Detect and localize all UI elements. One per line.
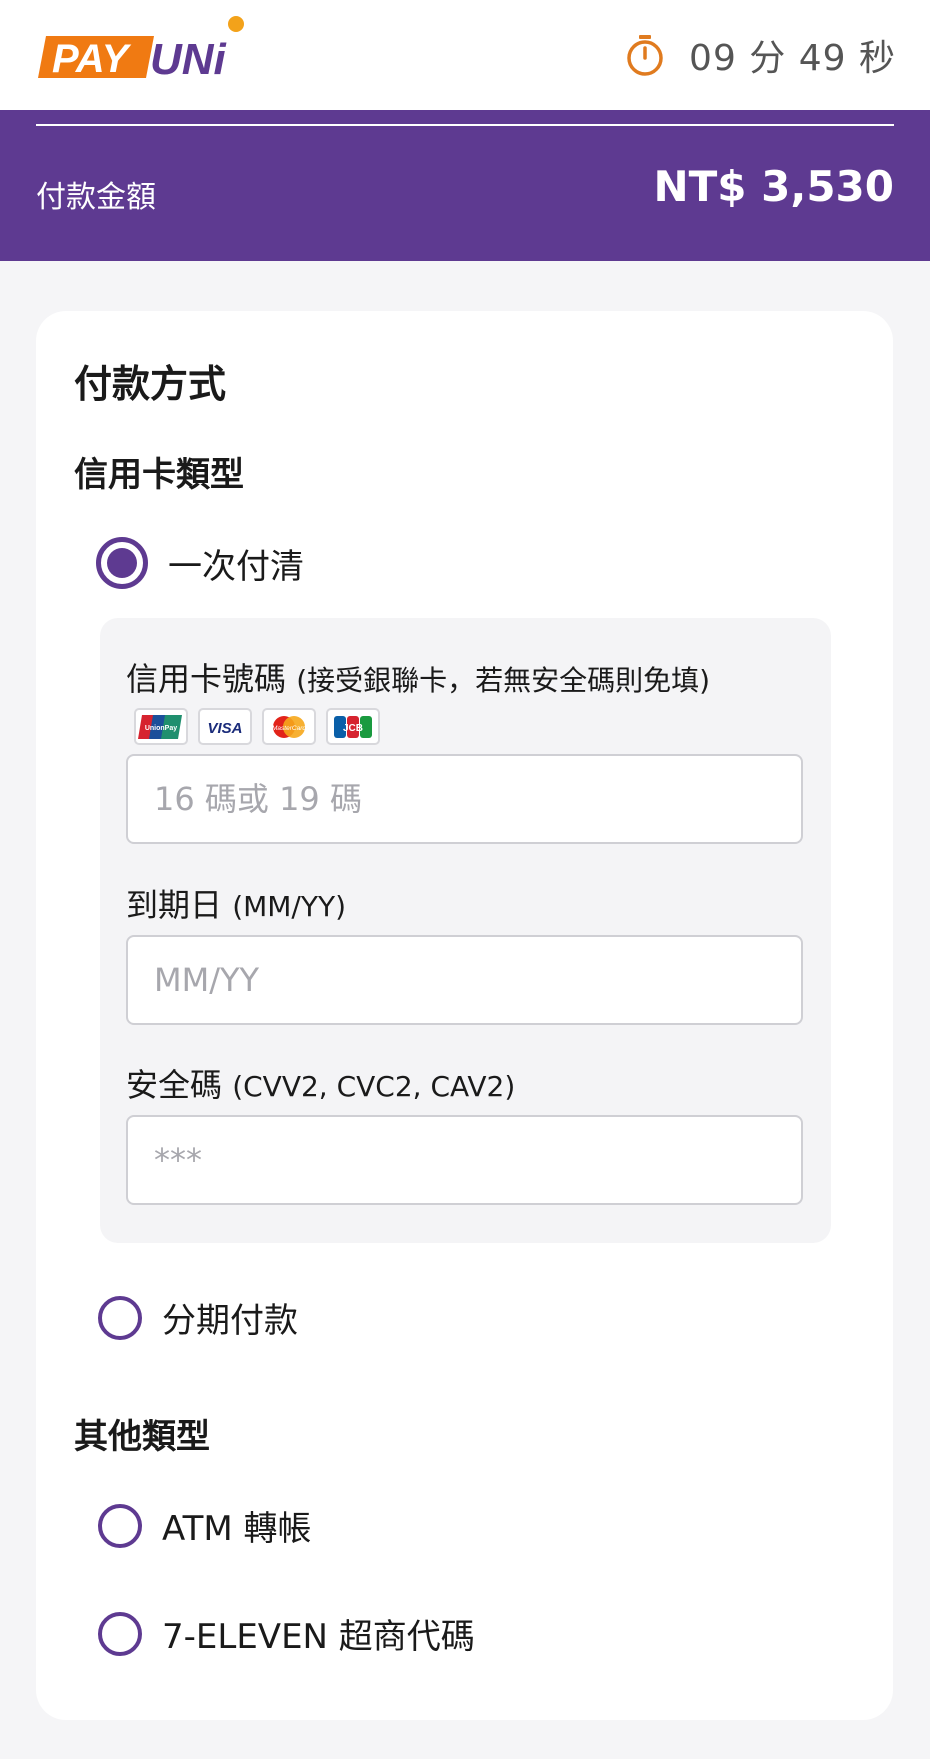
visa-icon: VISA <box>198 708 252 745</box>
svg-text:PAY: PAY <box>52 37 132 81</box>
svg-text:UNi: UNi <box>150 35 227 84</box>
radio-unselected[interactable] <box>98 1611 142 1656</box>
cvv-input[interactable] <box>126 1115 803 1205</box>
option-label: 一次付清 <box>168 546 304 587</box>
option-one-time-payment[interactable]: 一次付清 <box>96 537 304 589</box>
amount-label: 付款金額 <box>36 180 156 215</box>
svg-text:MasterCard: MasterCard <box>272 725 306 732</box>
svg-text:JCB: JCB <box>343 723 363 734</box>
svg-text:VISA: VISA <box>207 720 242 737</box>
option-label: 分期付款 <box>162 1301 298 1341</box>
option-installment[interactable]: 分期付款 <box>98 1293 298 1342</box>
payment-method-card: 付款方式 信用卡類型 一次付清 信用卡號碼 (接受銀聯卡，若無安全碼則免填) U… <box>36 311 893 1720</box>
cvv-note: (CVV2, CVC2, CAV2) <box>232 1070 516 1103</box>
expiry-input[interactable] <box>126 935 803 1025</box>
card-number-label: 信用卡號碼 (接受銀聯卡，若無安全碼則免填) <box>126 660 711 698</box>
option-seven-eleven-code[interactable]: 7-ELEVEN 超商代碼 <box>98 1609 475 1658</box>
option-atm-transfer[interactable]: ATM 轉帳 <box>98 1501 312 1550</box>
mastercard-icon: MasterCard <box>262 708 316 745</box>
cvv-label: 安全碼 (CVV2, CVC2, CAV2) <box>126 1066 516 1104</box>
header: PAY UNi 09 分 49 秒 <box>0 0 930 110</box>
jcb-icon: JCB <box>326 708 380 745</box>
countdown-timer: 09 分 49 秒 <box>623 30 896 80</box>
expiry-note: (MM/YY) <box>232 890 346 923</box>
card-number-note: (接受銀聯卡，若無安全碼則免填) <box>296 664 711 697</box>
accepted-cards: UnionPay VISA MasterCard JCB <box>134 708 380 745</box>
card-number-input[interactable] <box>126 754 803 844</box>
svg-text:UnionPay: UnionPay <box>145 725 177 732</box>
amount-bar: 付款金額 NT$ 3,530 <box>0 110 930 261</box>
timer-text: 09 分 49 秒 <box>689 38 896 79</box>
unionpay-icon: UnionPay <box>134 708 188 745</box>
amount-value: NT$ 3,530 <box>653 162 895 211</box>
option-label: 7-ELEVEN 超商代碼 <box>162 1617 475 1657</box>
payuni-logo: PAY UNi <box>38 16 278 92</box>
stopwatch-icon <box>623 33 667 77</box>
radio-unselected[interactable] <box>98 1295 142 1340</box>
other-type-title: 其他類型 <box>74 1417 210 1457</box>
credit-card-type-title: 信用卡類型 <box>74 455 244 495</box>
expiry-label: 到期日 (MM/YY) <box>126 886 346 924</box>
credit-card-form: 信用卡號碼 (接受銀聯卡，若無安全碼則免填) UnionPay VISA Mas… <box>100 618 831 1243</box>
section-title: 付款方式 <box>74 362 227 406</box>
option-label: ATM 轉帳 <box>162 1509 312 1549</box>
radio-selected[interactable] <box>96 537 148 589</box>
radio-unselected[interactable] <box>98 1503 142 1548</box>
divider <box>36 124 894 126</box>
